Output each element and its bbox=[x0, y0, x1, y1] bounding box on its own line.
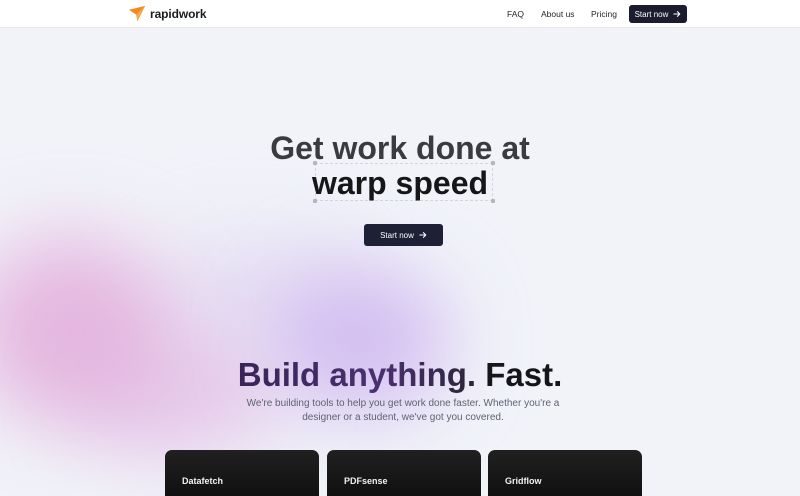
hero-start-now-label: Start now bbox=[380, 230, 414, 240]
arrow-right-icon bbox=[673, 11, 681, 17]
product-card-title: Gridflow bbox=[505, 476, 542, 486]
nav-start-now-button[interactable]: Start now bbox=[629, 5, 687, 23]
nav-link-pricing[interactable]: Pricing bbox=[591, 9, 617, 19]
nav-link-about-us[interactable]: About us bbox=[541, 9, 575, 19]
nav-link-faq[interactable]: FAQ bbox=[507, 9, 524, 19]
arrow-right-icon bbox=[419, 232, 427, 238]
section-subtitle: We're building tools to help you get wor… bbox=[246, 398, 560, 423]
background-gradient-blob bbox=[150, 230, 350, 350]
nav-start-now-label: Start now bbox=[634, 9, 669, 19]
selection-handle bbox=[491, 161, 495, 165]
hero-title-line-2: warp speed bbox=[311, 165, 489, 201]
brand-logo[interactable]: rapidwork bbox=[128, 4, 207, 23]
product-card-pdfsense[interactable]: PDFsense bbox=[327, 450, 481, 496]
section-title-part-2: Fast. bbox=[485, 356, 563, 393]
product-card-title: PDFsense bbox=[344, 476, 388, 486]
hero-start-now-button[interactable]: Start now bbox=[364, 224, 443, 246]
paper-plane-icon bbox=[128, 5, 146, 22]
background-gradient-blob bbox=[0, 235, 170, 425]
hero-title-line-1: Get work done at bbox=[270, 130, 530, 166]
product-card-datafetch[interactable]: Datafetch bbox=[165, 450, 319, 496]
brand-name: rapidwork bbox=[150, 6, 207, 21]
top-navbar: rapidwork FAQ About us Pricing Start now bbox=[0, 0, 800, 28]
section-title: Build anything. Fast. bbox=[0, 356, 800, 394]
section-title-part-1: Build anything. bbox=[237, 356, 477, 393]
product-card-title: Datafetch bbox=[182, 476, 224, 486]
product-card-gridflow[interactable]: Gridflow bbox=[488, 450, 642, 496]
background-gradient-blob bbox=[80, 330, 280, 460]
